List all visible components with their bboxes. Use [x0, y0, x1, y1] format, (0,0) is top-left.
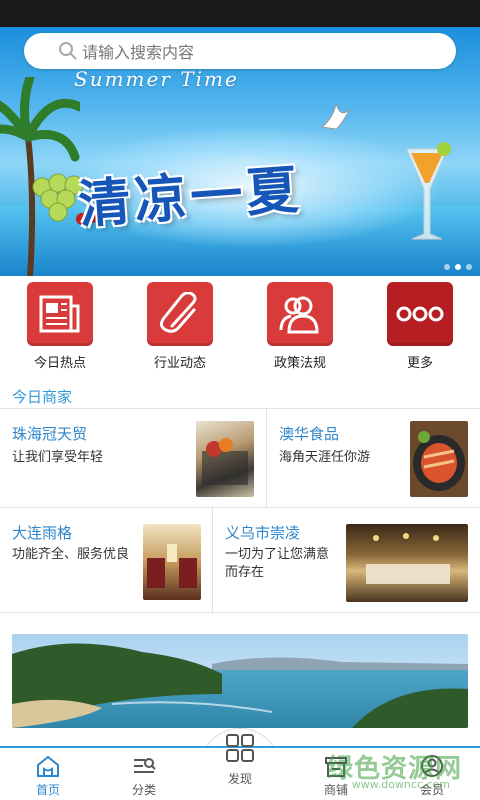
shop-thumbnail	[346, 524, 468, 602]
shop-card[interactable]: 义乌市崇凌 一切为了让您满意 而存在	[213, 508, 480, 612]
category-label: 行业动态	[153, 356, 206, 371]
shop-card[interactable]: 大连雨格 功能齐全、服务优良	[0, 508, 212, 612]
promo-image[interactable]	[12, 634, 468, 728]
cocktail-icon	[406, 142, 451, 240]
category-label: 更多	[406, 356, 433, 371]
category-label: 政策法规	[273, 356, 326, 371]
shop-thumbnail	[410, 421, 468, 497]
more-icon	[387, 282, 453, 346]
search-bar[interactable]: 请输入搜索内容	[24, 33, 456, 69]
category-label: 今日热点	[33, 356, 86, 371]
section-title: 今日商家	[12, 388, 73, 406]
category-industry-news[interactable]: 行业动态	[120, 276, 240, 372]
search-icon	[59, 42, 77, 60]
shop-name: 大连雨格	[12, 524, 73, 542]
paperclip-icon	[147, 282, 213, 346]
carousel-dot[interactable]	[444, 264, 450, 270]
shop-desc: 让我们享受年轻	[12, 450, 104, 465]
shop-card[interactable]: 珠海冠天贸 让我们享受年轻	[0, 409, 266, 507]
carousel-dots[interactable]	[444, 264, 472, 270]
search-input[interactable]: 请输入搜索内容	[82, 39, 194, 63]
tab-label: 分类	[131, 783, 156, 797]
shop-card[interactable]: 澳华食品 海角天涯任你游	[267, 409, 480, 507]
shop-desc: 功能齐全、服务优良	[12, 547, 130, 562]
shop-name: 珠海冠天贸	[12, 425, 88, 443]
shop-desc: 一切为了让您满意	[225, 547, 330, 562]
carousel-dot[interactable]	[466, 264, 472, 270]
category-more[interactable]: 更多	[360, 276, 480, 372]
status-bar	[0, 0, 480, 27]
tab-label: 首页	[35, 783, 60, 797]
category-policy[interactable]: 政策法规	[240, 276, 360, 372]
shop-thumbnail	[196, 421, 254, 497]
tab-home[interactable]: 首页	[0, 748, 96, 800]
shop-name: 义乌市崇凌	[225, 524, 301, 542]
tab-label: 发现	[227, 772, 252, 786]
carousel-dot-active[interactable]	[455, 264, 461, 270]
category-icon	[134, 758, 156, 773]
home-icon	[37, 755, 59, 777]
shop-name: 澳华食品	[279, 425, 340, 443]
tab-discover[interactable]: 发现	[192, 732, 288, 800]
watermark-url: www.downcc.com	[351, 778, 450, 791]
divider	[0, 612, 480, 613]
shop-desc: 而存在	[225, 565, 265, 580]
banner-headline: 清凉一夏	[76, 160, 305, 236]
newspaper-icon	[27, 282, 93, 346]
seagull-icon	[320, 102, 351, 130]
category-hot-news[interactable]: 今日热点	[0, 276, 120, 372]
grid-icon	[226, 734, 254, 762]
tab-category[interactable]: 分类	[96, 748, 192, 800]
users-icon	[267, 282, 333, 346]
banner-overline: Summer Time	[74, 67, 239, 91]
shop-desc: 海角天涯任你游	[279, 450, 371, 465]
shop-thumbnail	[143, 524, 201, 600]
category-grid: 今日热点 行业动态 政策法规 更多	[0, 276, 480, 372]
